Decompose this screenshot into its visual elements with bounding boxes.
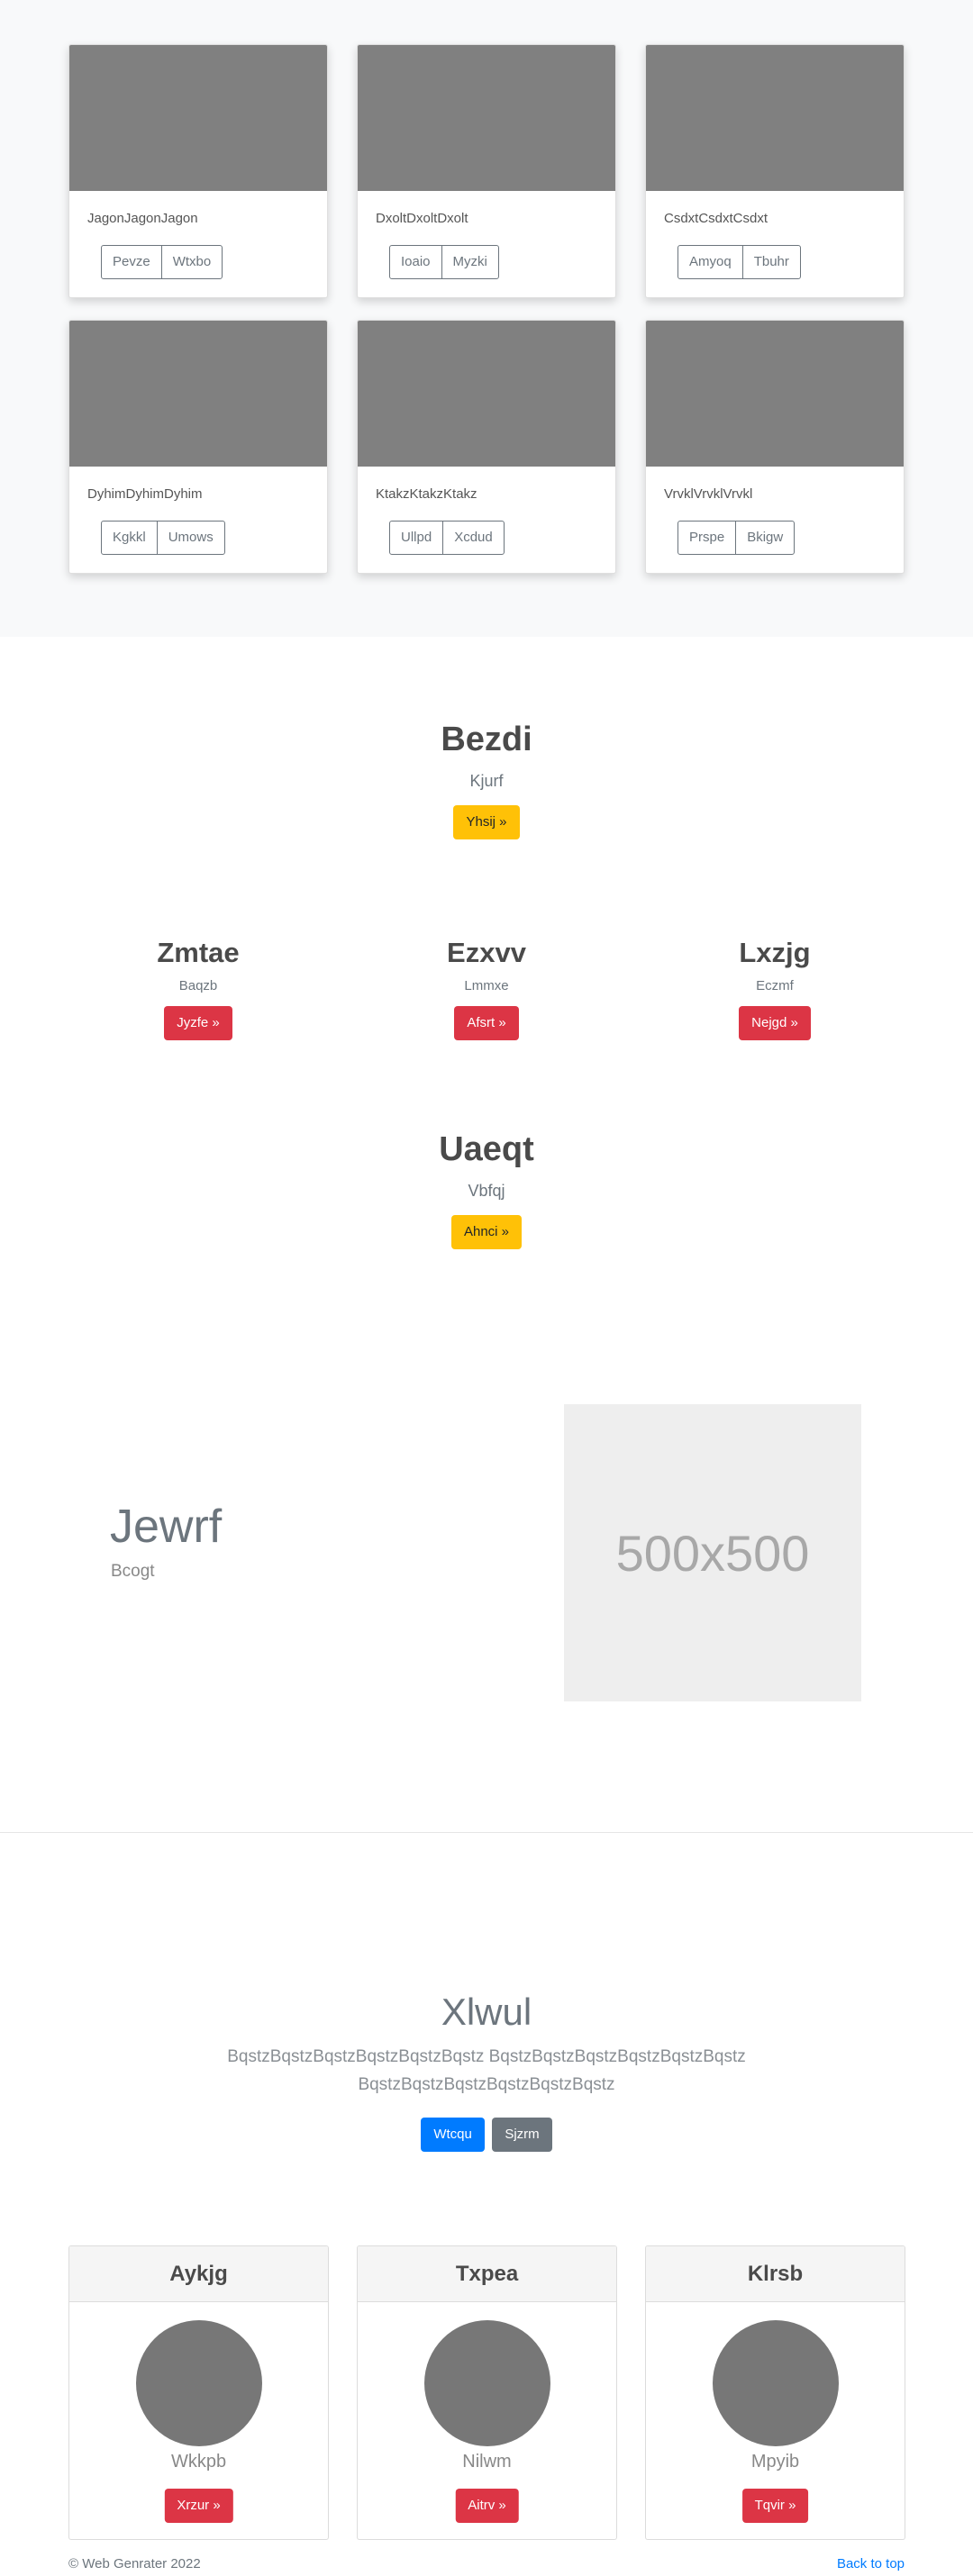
feature-button[interactable]: Nejgd » (739, 1006, 811, 1040)
card-view-button[interactable]: Ullpd (389, 521, 444, 555)
album-card: CsdxtCsdxtCsdxt Amyoq Tbuhr (645, 44, 905, 298)
card-edit-button[interactable]: Tbuhr (741, 245, 801, 279)
feature-title: Ezxvv (447, 937, 526, 968)
card-text: DxoltDxoltDxolt (376, 211, 468, 226)
profile-name: Wkkpb (170, 2452, 227, 2472)
card-thumbnail (646, 45, 904, 191)
album-card: VrvklVrvklVrvkl Prspe Bkigw (645, 320, 905, 574)
back-to-top-link[interactable]: Back to top (837, 2556, 905, 2571)
feature-bottom: Uaeqt Vbfqj Ahnci » (306, 1130, 667, 1249)
card-button-group: Amyoq Tbuhr (677, 245, 801, 279)
feature-subtitle: Baqzb (178, 978, 218, 993)
card-button-group: Pevze Wtxbo (101, 245, 223, 279)
profile-name: Mpyib (750, 2452, 800, 2472)
card-text: CsdxtCsdxtCsdxt (664, 211, 768, 226)
feature-subtitle: Eczmf (756, 978, 794, 993)
section-divider (0, 1832, 973, 1833)
feature-title: Lxzjg (739, 937, 811, 968)
profile-card-header: Txpea (358, 2246, 616, 2302)
card-view-button[interactable]: Pevze (101, 245, 162, 279)
album-card: DyhimDyhimDyhim Kgkkl Umows (68, 320, 328, 574)
card-text: VrvklVrvklVrvkl (664, 486, 753, 502)
card-thumbnail (69, 45, 327, 191)
card-button-group: Kgkkl Umows (101, 521, 225, 555)
card-text: JagonJagonJagon (87, 211, 198, 226)
card-view-button[interactable]: Prspe (677, 521, 737, 555)
card-edit-button[interactable]: Umows (156, 521, 225, 555)
feature-column: Ezxvv Lmmxe Afsrt » (351, 937, 622, 1040)
card-thumbnail (358, 45, 615, 191)
feature-subtitle: Vbfqj (468, 1182, 505, 1200)
card-thumbnail (646, 321, 904, 467)
feature-top: Bezdi Kjurf Yhsij » (306, 721, 667, 839)
card-text: DyhimDyhimDyhim (87, 486, 203, 502)
avatar (424, 2320, 550, 2446)
placeholder-image: 500x500 (564, 1404, 861, 1701)
card-button-group: Ioaio Myzki (389, 245, 499, 279)
feature-bottom-button[interactable]: Ahnci » (450, 1215, 523, 1249)
profile-card: Aykjg Wkkpb Xrzur » (68, 2245, 329, 2540)
placeholder-image-label: 500x500 (615, 1524, 810, 1582)
jumbotron-secondary-button[interactable]: Sjzrm (492, 2118, 552, 2152)
jumbotron-text: BqstzBqstzBqstzBqstzBqstzBqstz BqstzBqst… (227, 2047, 746, 2094)
album-card: JagonJagonJagon Pevze Wtxbo (68, 44, 328, 298)
feature-column: Zmtae Baqzb Jyzfe » (63, 937, 333, 1040)
card-button-group: Ullpd Xcdud (389, 521, 505, 555)
album-section: JagonJagonJagon Pevze Wtxbo DxoltDxoltDx… (0, 0, 973, 637)
feature-title: Bezdi (441, 721, 532, 758)
feature-subtitle: Lmmxe (464, 978, 509, 993)
footer-copyright: © Web Genrater 2022 (68, 2556, 201, 2571)
jumbotron-buttons: Wtcqu Sjzrm (0, 2118, 973, 2152)
card-edit-button[interactable]: Myzki (441, 245, 499, 279)
feature-button[interactable]: Jyzfe » (164, 1006, 232, 1040)
feature-title: Uaeqt (439, 1130, 534, 1168)
album-card: KtakzKtakzKtakz Ullpd Xcdud (357, 320, 616, 574)
profile-name: Nilwm (462, 2452, 512, 2472)
profile-button[interactable]: Aitrv » (455, 2489, 519, 2523)
jumbotron-title: Xlwul (441, 1991, 532, 2033)
feature-top-button[interactable]: Yhsij » (453, 805, 520, 839)
profile-button[interactable]: Xrzur » (164, 2489, 233, 2523)
profile-card: Klrsb Mpyib Tqvir » (645, 2245, 905, 2540)
profile-card-header: Klrsb (646, 2246, 905, 2302)
profile-card: Txpea Nilwm Aitrv » (357, 2245, 617, 2540)
album-card: DxoltDxoltDxolt Ioaio Myzki (357, 44, 616, 298)
card-edit-button[interactable]: Xcdud (442, 521, 505, 555)
feature-button[interactable]: Afsrt » (454, 1006, 519, 1040)
feature-subtitle: Kjurf (469, 772, 504, 790)
showcase-title: Jewrf (110, 1501, 223, 1553)
card-edit-button[interactable]: Wtxbo (160, 245, 223, 279)
feature-column: Lxzjg Eczmf Nejgd » (640, 937, 910, 1040)
card-view-button[interactable]: Amyoq (677, 245, 743, 279)
avatar (136, 2320, 262, 2446)
card-thumbnail (358, 321, 615, 467)
profile-button[interactable]: Tqvir » (741, 2489, 809, 2523)
card-thumbnail (69, 321, 327, 467)
showcase-subtitle: Bcogt (111, 1562, 155, 1581)
card-button-group: Prspe Bkigw (677, 521, 796, 555)
card-view-button[interactable]: Ioaio (389, 245, 442, 279)
card-text: KtakzKtakzKtakz (376, 486, 477, 502)
card-view-button[interactable]: Kgkkl (101, 521, 158, 555)
avatar (713, 2320, 839, 2446)
profile-card-header: Aykjg (69, 2246, 328, 2302)
card-edit-button[interactable]: Bkigw (735, 521, 796, 555)
feature-title: Zmtae (157, 937, 240, 968)
jumbotron-primary-button[interactable]: Wtcqu (421, 2118, 485, 2152)
